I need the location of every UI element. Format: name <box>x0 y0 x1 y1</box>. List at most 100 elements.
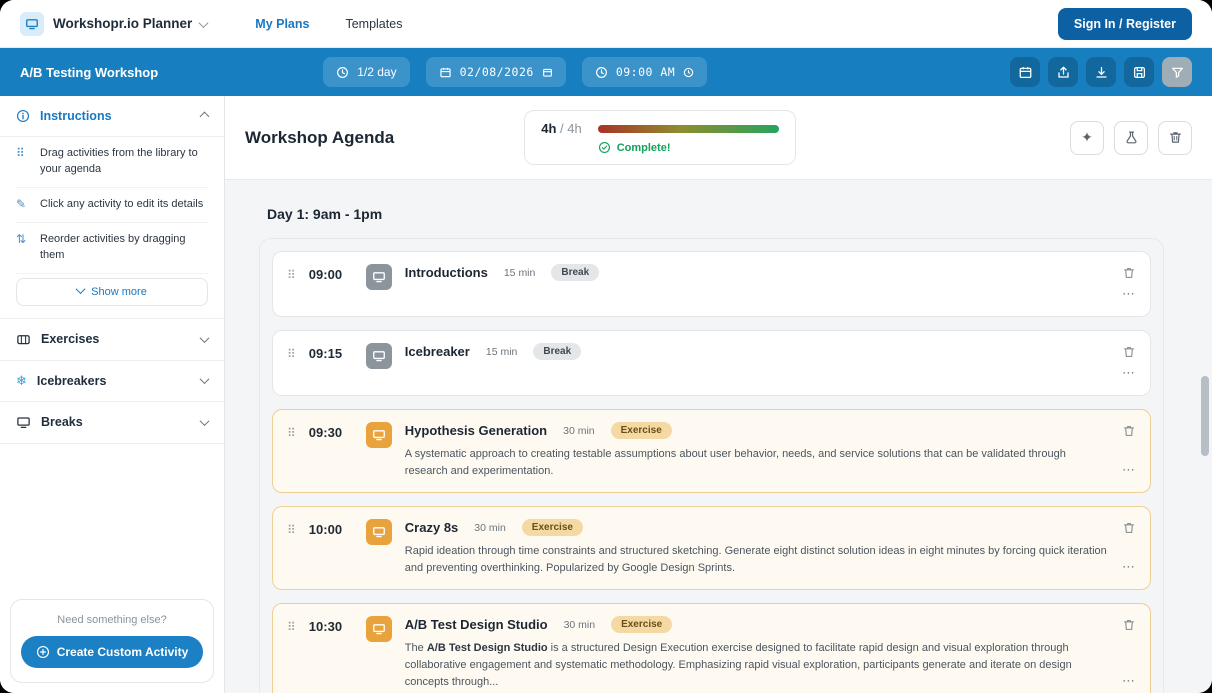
drag-handle-icon[interactable]: ⠿ <box>287 264 296 304</box>
item-description: A systematic approach to creating testab… <box>404 448 1066 478</box>
drag-handle-icon[interactable]: ⠿ <box>287 343 296 383</box>
progress-total: / 4h <box>556 121 582 136</box>
agenda-item-ab-test-design-studio[interactable]: ⠿ 10:30 A/B Test Design Studio 30 min Ex… <box>272 603 1151 693</box>
top-bar: Workshopr.io Planner My Plans Templates … <box>0 0 1212 48</box>
instructions-section-header[interactable]: Instructions <box>0 96 224 137</box>
clock-picker-icon[interactable] <box>683 67 694 78</box>
reorder-arrows-icon: ⇅ <box>16 231 27 246</box>
item-badge: Break <box>533 343 582 360</box>
chevron-down-icon[interactable] <box>198 15 209 33</box>
activity-monitor-icon <box>365 264 392 290</box>
agenda-item-icebreaker[interactable]: ⠿ 09:15 Icebreaker 15 min Break ⋯ <box>272 330 1151 396</box>
save-button[interactable] <box>1124 57 1154 87</box>
item-badge: Exercise <box>611 616 673 634</box>
drag-handle-icon[interactable]: ⠿ <box>287 616 296 691</box>
date-value: 02/08/2026 <box>459 65 534 79</box>
time-input[interactable]: 09:00 AM <box>581 57 708 87</box>
create-custom-activity-label: Create Custom Activity <box>56 645 189 659</box>
instruction-text: Drag activities from the library to your… <box>40 147 198 175</box>
activity-library-sidebar: Instructions ⠿ Drag activities from the … <box>0 96 225 693</box>
activity-monitor-icon <box>365 422 392 448</box>
nav-templates[interactable]: Templates <box>345 17 402 31</box>
instruction-item: ✎ Click any activity to edit its details <box>16 188 208 223</box>
item-controls: ⋯ <box>1122 422 1136 480</box>
item-controls: ⋯ <box>1122 264 1136 304</box>
sidebar-item-icebreakers[interactable]: ❄ Icebreakers <box>0 361 224 402</box>
item-title: Introductions <box>404 265 488 280</box>
more-options-icon[interactable]: ⋯ <box>1122 559 1136 575</box>
instructions-body: ⠿ Drag activities from the library to yo… <box>0 137 224 318</box>
clear-plan-button[interactable] <box>1162 57 1192 87</box>
show-more-button[interactable]: Show more <box>16 277 208 306</box>
create-custom-activity-button[interactable]: Create Custom Activity <box>21 636 203 668</box>
calendar-picker-icon[interactable] <box>542 67 553 78</box>
auto-generate-button[interactable]: ✦ <box>1070 120 1104 155</box>
flask-icon <box>1124 130 1139 145</box>
item-duration: 30 min <box>563 618 596 631</box>
delete-item-button[interactable] <box>1122 424 1136 438</box>
date-input[interactable]: 02/08/2026 <box>425 57 566 87</box>
agenda-scroll-area[interactable]: Day 1: 9am - 1pm ⠿ 09:00 Introductions 1… <box>225 180 1212 693</box>
flask-button[interactable] <box>1114 120 1148 155</box>
item-time: 09:15 <box>308 346 343 361</box>
header-actions <box>1010 57 1192 87</box>
delete-item-button[interactable] <box>1122 521 1136 535</box>
item-title: Hypothesis Generation <box>404 423 548 438</box>
calendar-export-button[interactable] <box>1010 57 1040 87</box>
item-body: Crazy 8s 30 min Exercise Rapid ideation … <box>405 519 1109 577</box>
share-button[interactable] <box>1048 57 1078 87</box>
progress-bar <box>597 124 780 133</box>
item-title: Icebreaker <box>404 344 470 359</box>
delete-item-button[interactable] <box>1122 345 1136 359</box>
drag-handle-icon[interactable]: ⠿ <box>287 519 296 577</box>
duration-select[interactable]: 1/2 day <box>323 57 410 87</box>
duration-value: 1/2 day <box>357 65 397 79</box>
item-duration: 30 min <box>563 424 595 437</box>
agenda-actions: ✦ <box>1070 120 1192 155</box>
more-options-icon[interactable]: ⋯ <box>1122 462 1136 478</box>
nav-my-plans[interactable]: My Plans <box>255 17 309 31</box>
clear-agenda-button[interactable] <box>1158 120 1192 155</box>
progress-status-label: Complete! <box>616 141 671 154</box>
more-options-icon[interactable]: ⋯ <box>1122 286 1136 302</box>
desc-bold-text: A/B Test Design Studio <box>426 642 548 655</box>
sidebar-item-breaks[interactable]: Breaks <box>0 402 224 444</box>
chevron-down-icon <box>199 415 210 426</box>
chevron-down-icon <box>199 332 210 343</box>
activity-monitor-icon <box>365 616 392 643</box>
item-body: Hypothesis Generation 30 min Exercise A … <box>405 422 1109 480</box>
item-duration: 15 min <box>485 345 518 358</box>
more-options-icon[interactable]: ⋯ <box>1122 365 1136 381</box>
item-time: 09:30 <box>308 425 343 440</box>
instruction-text: Click any activity to edit its details <box>40 197 204 210</box>
trash-icon <box>1168 130 1183 145</box>
item-body: A/B Test Design Studio 30 min Exercise T… <box>405 616 1109 691</box>
item-duration: 30 min <box>474 521 506 534</box>
item-description: The A/B Test Design Studio is a structur… <box>405 640 1109 691</box>
sign-in-button[interactable]: Sign In / Register <box>1057 7 1192 40</box>
progress-totals: 4h / 4h <box>541 121 581 136</box>
day-heading: Day 1: 9am - 1pm <box>267 206 383 222</box>
info-icon <box>16 109 30 123</box>
agenda-item-introductions[interactable]: ⠿ 09:00 Introductions 15 min Break ⋯ <box>272 251 1151 317</box>
app-window: Workshopr.io Planner My Plans Templates … <box>0 0 1212 693</box>
drag-handle-icon[interactable]: ⠿ <box>287 422 296 480</box>
sparkle-icon: ✦ <box>1081 129 1093 145</box>
agenda-header: Workshop Agenda 4h / 4h Complete! ✦ <box>225 96 1212 180</box>
download-button[interactable] <box>1086 57 1116 87</box>
main-content: Workshop Agenda 4h / 4h Complete! ✦ Day … <box>225 96 1212 693</box>
instructions-label: Instructions <box>40 109 112 123</box>
delete-item-button[interactable] <box>1122 618 1136 632</box>
agenda-item-crazy-8s[interactable]: ⠿ 10:00 Crazy 8s 30 min Exercise Rapid i… <box>272 506 1151 591</box>
sidebar-item-exercises[interactable]: Exercises <box>0 317 224 361</box>
delete-item-button[interactable] <box>1122 266 1136 280</box>
clock-icon <box>595 66 608 79</box>
check-circle-icon <box>598 141 611 154</box>
app-logo-icon <box>20 11 44 36</box>
more-options-icon[interactable]: ⋯ <box>1122 673 1136 689</box>
plus-circle-icon <box>36 645 50 659</box>
instruction-item: ⠿ Drag activities from the library to yo… <box>16 137 208 188</box>
agenda-item-hypothesis-generation[interactable]: ⠿ 09:30 Hypothesis Generation 30 min Exe… <box>272 409 1151 494</box>
vertical-scrollbar-thumb[interactable] <box>1201 376 1209 456</box>
page-title: Workshop Agenda <box>245 127 395 147</box>
